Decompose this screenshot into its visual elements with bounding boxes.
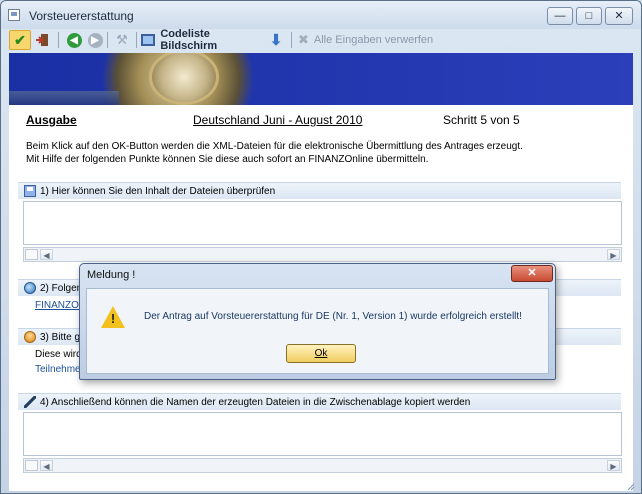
toolbar: ✔ ◀ ▶ ⚒ Codeliste Bildschirm ⬇ ✖ Alle Ei… <box>5 28 637 52</box>
arrow-right-icon: ▶ <box>87 32 103 48</box>
ok-label: Ok <box>314 348 328 359</box>
step-indicator: Schritt 5 von 5 <box>443 113 520 127</box>
section-1-header: 1) Hier können Sie den Inhalt der Dateie… <box>18 182 621 199</box>
teilnehmer-link[interactable]: Teilnehmer <box>35 364 84 375</box>
checkmark-icon: ✔ <box>14 31 26 48</box>
discard-all-button[interactable]: ✖ Alle Eingaben verwerfen <box>298 30 438 50</box>
horizontal-scrollbar[interactable]: ◀ ▶ <box>23 247 622 262</box>
discard-label: Alle Eingaben verwerfen <box>313 34 434 46</box>
section-2-label: 2) Folgen <box>40 282 83 294</box>
arrow-left-icon: ◀ <box>66 32 82 48</box>
intro-line-2: Mit Hilfe der folgenden Punkte können Si… <box>26 154 429 165</box>
tool-button[interactable]: ⚒ <box>112 30 132 50</box>
section-1-label: 1) Hier können Sie den Inhalt der Dateie… <box>40 185 276 197</box>
toolbar-separator <box>136 32 137 48</box>
scroll-left-icon[interactable]: ◀ <box>40 460 53 471</box>
file-icon <box>25 249 38 260</box>
discard-x-icon: ✖ <box>298 32 309 47</box>
toolbar-separator <box>58 32 59 48</box>
intro-text: Beim Klick auf den OK-Button werden die … <box>26 140 626 166</box>
section-3-text: Diese wird <box>35 349 82 360</box>
globe-icon <box>24 282 36 294</box>
floppy-disk-icon <box>24 185 36 197</box>
exit-door-icon <box>36 34 48 46</box>
forward-button[interactable]: ▶ <box>86 30 104 50</box>
finanzonline-link[interactable]: FINANZOn <box>35 300 84 311</box>
clipboard-icon <box>25 460 38 471</box>
scroll-right-icon[interactable]: ▶ <box>607 249 620 260</box>
pencil-icon <box>24 396 36 408</box>
dialog-message: Der Antrag auf Vorsteuererstattung für D… <box>144 311 522 322</box>
monitor-icon <box>141 34 156 46</box>
horizontal-scrollbar-2[interactable]: ◀ ▶ <box>23 458 622 473</box>
resize-grip-icon[interactable] <box>625 481 635 491</box>
section-4-label: 4) Anschließend können die Namen der erz… <box>40 396 471 408</box>
maximize-button[interactable]: □ <box>576 7 602 25</box>
toolbar-separator <box>291 32 292 48</box>
minimize-button[interactable]: — <box>547 7 573 25</box>
message-dialog: Meldung ! ✕ ! Der Antrag auf Vorsteuerer… <box>79 263 556 380</box>
ok-button[interactable]: Ok <box>286 344 356 363</box>
codeliste-button[interactable]: Codeliste Bildschirm <box>141 28 263 52</box>
scroll-right-icon[interactable]: ▶ <box>607 460 620 471</box>
section-4-header: 4) Anschließend können die Namen der erz… <box>18 393 621 410</box>
arrow-down-icon: ⬇ <box>269 32 283 49</box>
dialog-title: Meldung ! <box>87 269 136 281</box>
warning-exclamation-icon: ! <box>110 311 116 326</box>
banner-strip <box>9 91 119 105</box>
filenames-box[interactable] <box>23 412 622 456</box>
page-title: Ausgabe <box>26 113 77 127</box>
period-label: Deutschland Juni - August 2010 <box>193 113 363 127</box>
confirm-check-button[interactable]: ✔ <box>9 30 31 50</box>
codeliste-label: Codeliste Bildschirm <box>160 28 218 52</box>
wrench-icon: ⚒ <box>116 32 128 47</box>
back-button[interactable]: ◀ <box>65 30 83 50</box>
file-content-box[interactable] <box>23 201 622 245</box>
scroll-left-icon[interactable]: ◀ <box>40 249 53 260</box>
main-window: Vorsteuererstattung — □ ✕ ✔ ◀ ▶ ⚒ Codeli… <box>0 0 642 494</box>
intro-line-1: Beim Klick auf den OK-Button werden die … <box>26 141 523 152</box>
dialog-body: ! Der Antrag auf Vorsteuererstattung für… <box>86 288 549 374</box>
close-button[interactable]: ✕ <box>605 7 633 25</box>
download-button[interactable]: ⬇ <box>267 30 285 50</box>
exit-button[interactable] <box>33 30 53 50</box>
toolbar-separator <box>107 32 108 48</box>
title-bar: Vorsteuererstattung — □ ✕ <box>1 1 641 29</box>
window-title: Vorsteuererstattung <box>29 9 134 23</box>
user-icon <box>24 331 36 343</box>
dialog-close-button[interactable]: ✕ <box>511 265 553 282</box>
header-banner <box>9 53 633 105</box>
app-icon <box>8 9 20 21</box>
